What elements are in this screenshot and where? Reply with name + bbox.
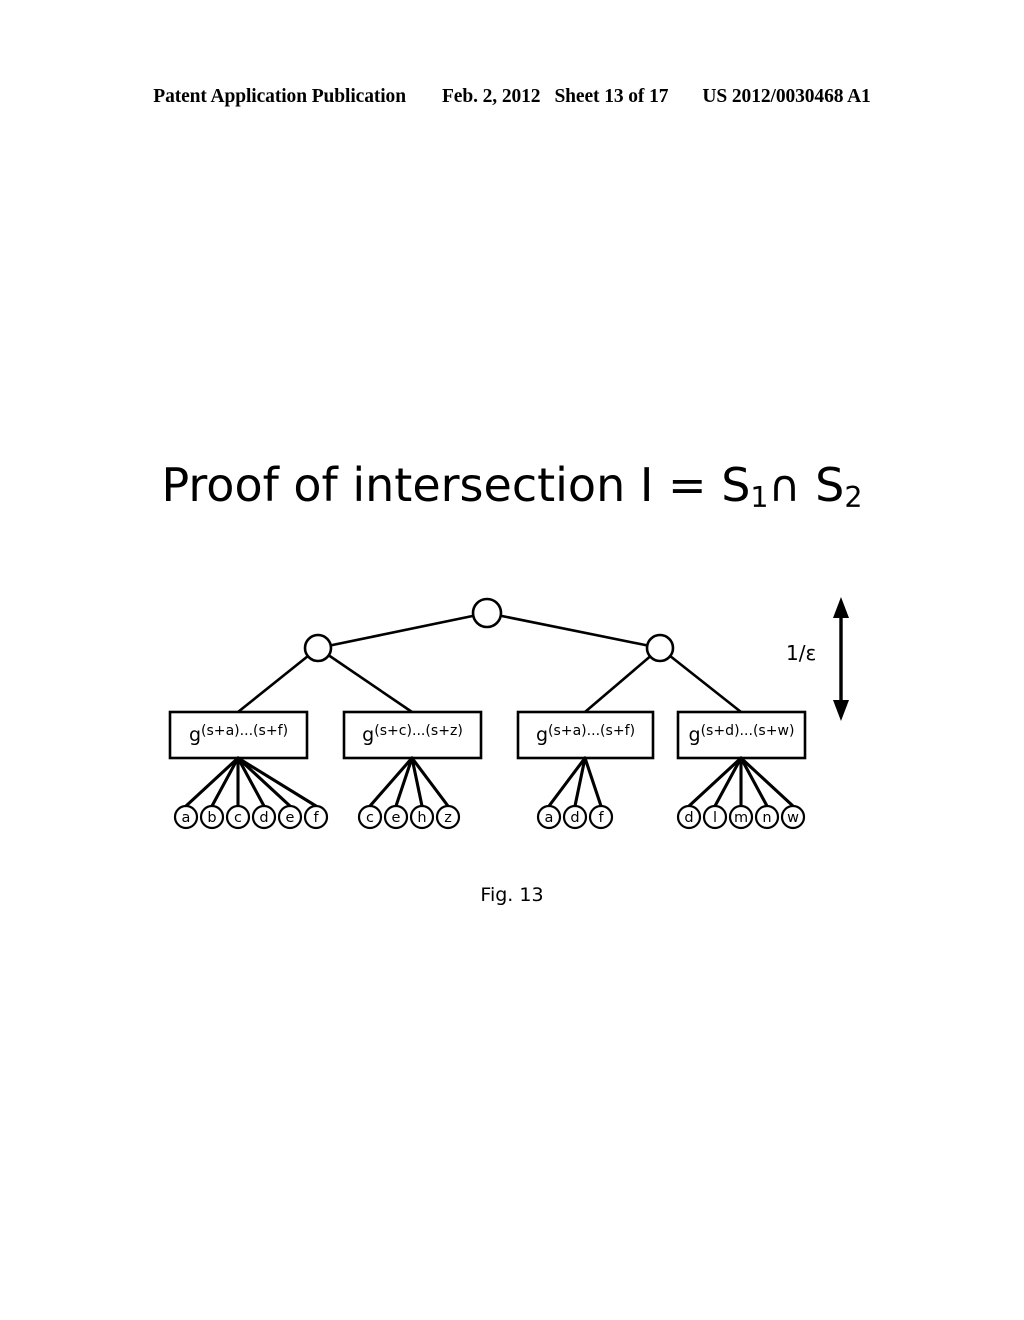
leaf-edge-4-n — [739, 756, 769, 808]
edge-left-node-to-box-2 — [316, 646, 414, 714]
tree-diagram: g(s+a)...(s+f) g(s+c)...(s+z) g(s+a)...(… — [0, 0, 1024, 1320]
edge-left-node-to-box-1 — [236, 646, 320, 714]
depth-arrow-head-up — [833, 597, 849, 618]
tree-node-internal-left — [303, 633, 333, 663]
group-box-1-label: g(s+a)...(s+f) — [170, 723, 307, 746]
edge-right-node-to-box-3 — [583, 646, 662, 714]
leaf-label-2-e: e — [391, 810, 401, 826]
group-box-3-base: g — [535, 724, 548, 746]
leaf-edge-3-f — [583, 756, 603, 808]
tree-node-internal-right — [645, 633, 675, 663]
leaf-label-1-b: b — [207, 810, 217, 826]
group-box-4-base: g — [688, 724, 701, 746]
leaf-label-2-c: c — [366, 810, 374, 826]
group-box-4-label: g(s+d)...(s+w) — [678, 723, 805, 746]
depth-arrow-head-down — [833, 700, 849, 721]
leaf-label-4-m: m — [733, 810, 749, 826]
group-box-1-exponent: (s+a)...(s+f) — [201, 723, 289, 740]
group-box-2-label: g(s+c)...(s+z) — [344, 723, 481, 746]
edge-right-node-to-box-4 — [658, 646, 743, 714]
leaf-label-4-n: n — [762, 810, 772, 826]
tree-node-root — [471, 597, 503, 629]
leaf-label-1-d: d — [259, 810, 269, 826]
edge-root-to-right-node — [485, 611, 662, 650]
leaf-label-1-c: c — [234, 810, 242, 826]
leaf-label-3-a: a — [544, 810, 554, 826]
leaf-label-1-f: f — [313, 810, 319, 826]
edge-root-to-left-node — [316, 611, 489, 650]
leaf-label-2-z: z — [444, 810, 452, 826]
group-box-4-exponent: (s+d)...(s+w) — [700, 723, 795, 740]
group-box-3-exponent: (s+a)...(s+f) — [548, 723, 636, 740]
leaf-edge-1-e — [236, 756, 292, 808]
group-box-3-label: g(s+a)...(s+f) — [518, 723, 653, 746]
leaf-edge-1-a — [184, 756, 240, 808]
leaf-label-2-h: h — [417, 810, 427, 826]
group-box-2-base: g — [362, 724, 375, 746]
group-box-1-base: g — [188, 724, 201, 746]
leaf-edge-4-l — [713, 756, 743, 808]
leaf-edge-4-w — [739, 756, 795, 808]
group-box-2-exponent: (s+c)...(s+z) — [374, 723, 463, 740]
leaf-label-3-d: d — [570, 810, 580, 826]
leaf-label-3-f: f — [598, 810, 604, 826]
leaf-edge-2-c — [368, 756, 414, 808]
leaf-label-1-e: e — [285, 810, 295, 826]
depth-annotation-label: 1/ε — [786, 641, 817, 665]
leaf-label-1-a: a — [181, 810, 191, 826]
leaf-label-4-w: w — [787, 810, 799, 826]
leaf-edge-4-d — [687, 756, 743, 808]
leaf-label-4-l: l — [712, 810, 718, 826]
figure-caption: Fig. 13 — [480, 884, 544, 906]
leaf-edge-1-b — [210, 756, 240, 808]
leaf-label-4-d: d — [684, 810, 694, 826]
